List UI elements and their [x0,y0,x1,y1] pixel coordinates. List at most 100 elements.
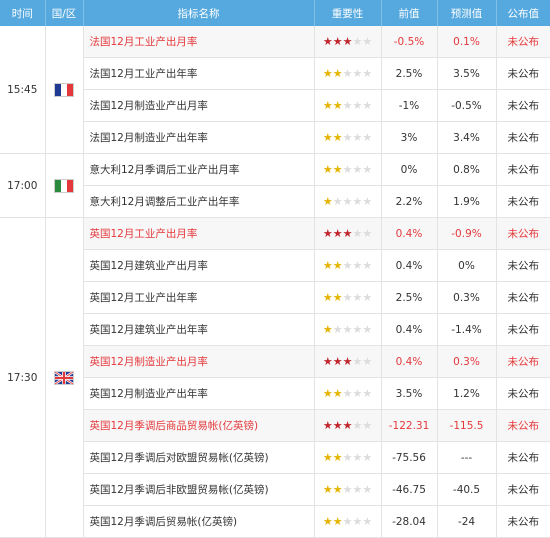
header-previous: 前值 [381,0,438,26]
table-row[interactable]: 法国12月制造业产出月率 ★★★★★ -1% -0.5% 未公布 [0,89,550,122]
star-icon: ★ [332,387,343,400]
italy-flag-icon [54,178,74,193]
importance-stars: ★★★★★ [314,505,382,538]
star-icon: ★ [332,483,343,496]
star-icon: ★ [342,131,353,144]
star-icon: ★ [352,163,363,176]
table-row[interactable]: 英国12月工业产出年率 ★★★★★ 2.5% 0.3% 未公布 [0,281,550,314]
table-row[interactable]: 17:30 英国12月工业产出月率 ★★★★★ 0.4% -0.9% 未公布 [0,217,550,538]
star-icon: ★ [332,291,343,304]
indicator-name[interactable]: 英国12月建筑业产出年率 [83,313,315,346]
table-header-row: 时间 国/区 指标名称 重要性 前值 预测值 公布值 [0,0,550,26]
forecast-value: -24 [437,505,497,538]
star-icon: ★ [332,419,343,432]
star-icon: ★ [352,323,363,336]
table-row[interactable]: 英国12月建筑业产出年率 ★★★★★ 0.4% -1.4% 未公布 [0,313,550,346]
star-icon: ★ [322,387,333,400]
forecast-value: -40.5 [437,473,497,506]
actual-value: 未公布 [496,89,550,122]
star-icon: ★ [362,67,373,80]
indicator-name[interactable]: 法国12月工业产出年率 [83,57,315,90]
star-icon: ★ [362,291,373,304]
star-icon: ★ [362,259,373,272]
indicator-name[interactable]: 英国12月工业产出月率 [83,217,315,250]
table-row[interactable]: 英国12月季调后非欧盟贸易帐(亿英镑) ★★★★★ -46.75 -40.5 未公布 [0,473,550,506]
table-row[interactable]: 英国12月季调后贸易帐(亿英镑) ★★★★★ -28.04 -24 未公布 [0,505,550,538]
previous-value: 0.4% [381,345,438,378]
star-icon: ★ [342,355,353,368]
forecast-value: 3.5% [437,57,497,90]
star-icon: ★ [342,227,353,240]
table-row[interactable]: 英国12月季调后商品贸易帐(亿英镑) ★★★★★ -122.31 -115.5 未公布 [0,409,550,442]
star-icon: ★ [342,195,353,208]
table-body: 15:45 法国12月工业产出月率 ★★★★★ -0.5% 0.1% 未公布 法国12月工业… [0,26,550,538]
star-icon: ★ [322,67,333,80]
indicator-name[interactable]: 法国12月制造业产出年率 [83,121,315,154]
actual-value: 未公布 [496,217,550,250]
actual-value: 未公布 [496,185,550,218]
forecast-value: 0% [437,249,497,282]
table-row[interactable]: 15:45 法国12月工业产出月率 ★★★★★ -0.5% 0.1% 未公布 [0,26,550,154]
previous-value: 3% [381,121,438,154]
star-icon: ★ [322,291,333,304]
actual-value: 未公布 [496,409,550,442]
importance-stars: ★★★★★ [314,345,382,378]
indicator-name[interactable]: 法国12月工业产出月率 [83,26,315,58]
table-row[interactable]: 法国12月制造业产出年率 ★★★★★ 3% 3.4% 未公布 [0,121,550,154]
table-row[interactable]: 英国12月季调后对欧盟贸易帐(亿英镑) ★★★★★ -75.56 --- 未公布 [0,441,550,474]
economic-calendar-table: 时间 国/区 指标名称 重要性 前值 预测值 公布值 15:45 法国12月工业产… [0,0,550,538]
table-row[interactable]: 英国12月建筑业产出月率 ★★★★★ 0.4% 0% 未公布 [0,249,550,282]
star-icon: ★ [352,259,363,272]
actual-value: 未公布 [496,441,550,474]
forecast-value: -1.4% [437,313,497,346]
previous-value: 2.5% [381,57,438,90]
indicator-name[interactable]: 英国12月制造业产出月率 [83,345,315,378]
star-icon: ★ [362,99,373,112]
star-icon: ★ [362,355,373,368]
table-row[interactable]: 法国12月工业产出年率 ★★★★★ 2.5% 3.5% 未公布 [0,57,550,90]
star-icon: ★ [342,259,353,272]
star-icon: ★ [362,195,373,208]
star-icon: ★ [342,67,353,80]
actual-value: 未公布 [496,26,550,58]
indicator-name[interactable]: 法国12月制造业产出月率 [83,89,315,122]
country-cell [45,217,84,538]
previous-value: 0.4% [381,217,438,250]
importance-stars: ★★★★★ [314,26,382,58]
star-icon: ★ [362,515,373,528]
star-icon: ★ [332,99,343,112]
indicator-name[interactable]: 英国12月制造业产出年率 [83,377,315,410]
indicator-name[interactable]: 英国12月工业产出年率 [83,281,315,314]
indicator-name[interactable]: 意大利12月季调后工业产出月率 [83,153,315,186]
star-icon: ★ [352,419,363,432]
star-icon: ★ [332,451,343,464]
star-icon: ★ [352,355,363,368]
star-icon: ★ [362,387,373,400]
table-row[interactable]: 意大利12月调整后工业产出年率 ★★★★★ 2.2% 1.9% 未公布 [0,185,550,218]
forecast-value: 1.2% [437,377,497,410]
star-icon: ★ [332,195,343,208]
star-icon: ★ [342,35,353,48]
table-row[interactable]: 英国12月制造业产出月率 ★★★★★ 0.4% 0.3% 未公布 [0,345,550,378]
star-icon: ★ [322,195,333,208]
time-cell: 17:00 [0,153,46,218]
indicator-name[interactable]: 英国12月季调后贸易帐(亿英镑) [83,505,315,538]
indicator-name[interactable]: 意大利12月调整后工业产出年率 [83,185,315,218]
star-icon: ★ [322,227,333,240]
importance-stars: ★★★★★ [314,473,382,506]
table-row[interactable]: 17:00 意大利12月季调后工业产出月率 ★★★★★ 0% 0.8% 未公布 [0,153,550,218]
indicator-name[interactable]: 英国12月季调后商品贸易帐(亿英镑) [83,409,315,442]
table-row[interactable]: 英国12月制造业产出年率 ★★★★★ 3.5% 1.2% 未公布 [0,377,550,410]
indicator-name[interactable]: 英国12月季调后对欧盟贸易帐(亿英镑) [83,441,315,474]
star-icon: ★ [352,483,363,496]
country-cell [45,26,84,154]
star-icon: ★ [342,483,353,496]
indicator-name[interactable]: 英国12月季调后非欧盟贸易帐(亿英镑) [83,473,315,506]
time-cell: 17:30 [0,217,46,538]
star-icon: ★ [332,515,343,528]
indicator-name[interactable]: 英国12月建筑业产出月率 [83,249,315,282]
star-icon: ★ [362,451,373,464]
forecast-value: 0.3% [437,345,497,378]
star-icon: ★ [342,419,353,432]
star-icon: ★ [352,195,363,208]
